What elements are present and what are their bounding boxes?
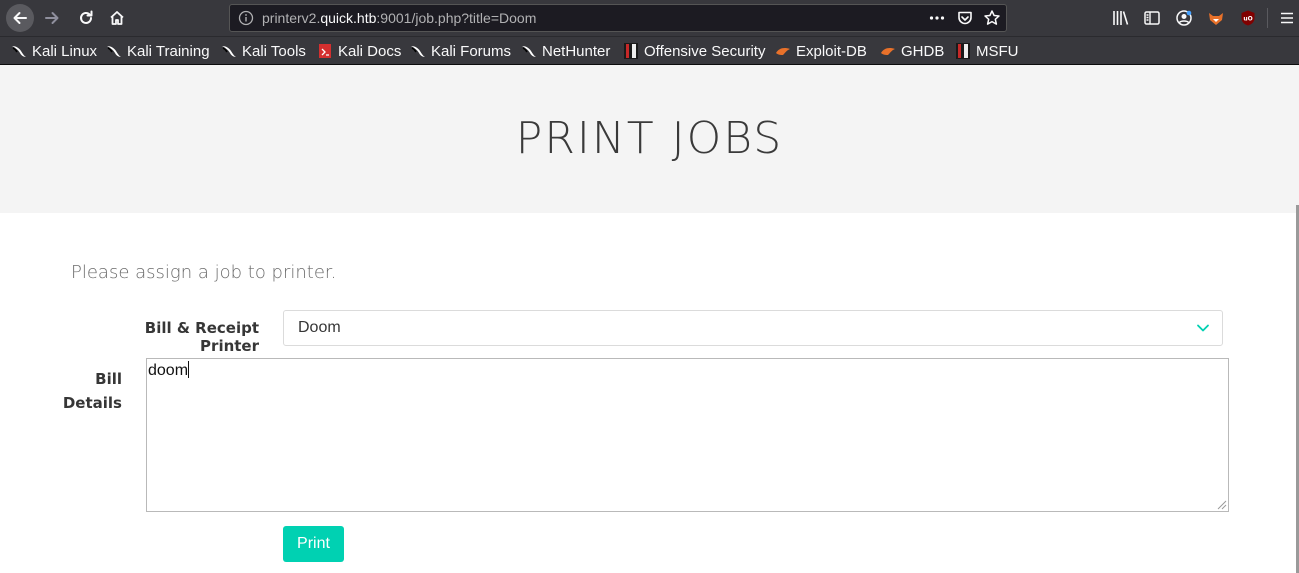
exploitdb-icon (881, 48, 895, 55)
info-icon[interactable] (238, 10, 254, 26)
hamburger-menu-icon[interactable] (1278, 9, 1296, 27)
back-button[interactable] (6, 4, 34, 32)
kali-dragon-icon (411, 46, 425, 57)
bookmark-label: MSFU (976, 42, 1019, 60)
star-icon[interactable] (983, 9, 1001, 27)
browser-toolbar: printerv2.quick.htb:9001/job.php?title=D… (0, 0, 1299, 37)
bookmarks-toolbar: Kali Linux Kali Training Kali Tools Kali… (0, 37, 1299, 65)
bookmark-kali-docs[interactable]: Kali Docs (317, 41, 401, 61)
bookmark-label: Offensive Security (644, 42, 766, 60)
svg-text:uO: uO (1243, 16, 1252, 23)
forward-button[interactable] (38, 4, 66, 32)
url-text[interactable]: printerv2.quick.htb:9001/job.php?title=D… (262, 10, 536, 26)
url-suffix: :9001/job.php?title=Doom (376, 10, 537, 26)
bookmark-label: Kali Docs (338, 42, 402, 60)
arrow-left-icon (13, 12, 27, 24)
more-icon[interactable] (928, 9, 946, 27)
kali-dragon-icon (107, 46, 121, 57)
bookmark-ghdb[interactable]: GHDB (880, 41, 944, 61)
foxyproxy-icon[interactable] (1207, 9, 1225, 27)
bookmark-label: Kali Linux (32, 42, 98, 60)
bookmark-label: Kali Tools (242, 42, 306, 60)
chevron-down-icon (1197, 324, 1209, 332)
kali-dragon-icon (12, 46, 26, 57)
pocket-icon[interactable] (956, 9, 974, 27)
bill-details-label-line1: Bill (95, 370, 122, 388)
home-icon (110, 11, 124, 25)
printer-label: Bill & Receipt Printer (144, 319, 259, 355)
bookmark-kali-linux[interactable]: Kali Linux (11, 41, 97, 61)
bill-details-label-line2: Details (62, 394, 122, 412)
bookmark-nethunter[interactable]: NetHunter (521, 41, 610, 61)
bookmark-label: GHDB (901, 42, 945, 60)
bookmark-label: Exploit-DB (796, 42, 867, 60)
bill-details-value: doom (148, 361, 190, 380)
library-icon[interactable] (1112, 9, 1130, 27)
url-host: quick.htb (320, 10, 377, 26)
toolbar-divider (1267, 8, 1268, 28)
sidebar-icon[interactable] (1143, 9, 1161, 27)
address-bar[interactable]: printerv2.quick.htb:9001/job.php?title=D… (229, 4, 1007, 32)
bookmark-kali-tools[interactable]: Kali Tools (221, 41, 306, 61)
bookmark-offensive-security[interactable]: Offensive Security (623, 41, 765, 61)
bookmark-label: NetHunter (542, 42, 611, 60)
text-caret (188, 361, 190, 378)
account-icon[interactable] (1175, 9, 1193, 27)
kali-dragon-icon (522, 46, 536, 57)
bill-details-textarea[interactable]: doom (146, 358, 1229, 512)
bill-details-text: doom (148, 362, 189, 379)
intro-text: Please assign a job to printer. (71, 262, 337, 283)
kali-dragon-icon (222, 46, 236, 57)
printer-select[interactable]: Doom (283, 310, 1223, 346)
page-title: PRINT JOBS (515, 113, 784, 164)
url-prefix: printerv2. (262, 10, 321, 26)
bookmark-label: Kali Training (127, 42, 210, 60)
arrow-right-icon (45, 12, 59, 24)
bookmark-kali-training[interactable]: Kali Training (106, 41, 210, 61)
reload-icon (80, 10, 93, 24)
bookmark-label: Kali Forums (431, 42, 512, 60)
printer-select-value: Doom (298, 319, 341, 336)
offsec-icon (956, 43, 970, 59)
bill-details-label: Bill Details (60, 367, 122, 415)
resize-grip-icon[interactable] (1215, 498, 1227, 510)
reload-button[interactable] (72, 4, 100, 32)
bookmark-exploit-db[interactable]: Exploit-DB (775, 41, 867, 61)
kali-docs-icon (319, 44, 331, 58)
page-hero: PRINT JOBS (0, 65, 1299, 213)
print-button[interactable]: Print (283, 526, 344, 562)
exploitdb-icon (776, 48, 790, 55)
bookmark-msfu[interactable]: MSFU (955, 41, 1019, 61)
bookmark-kali-forums[interactable]: Kali Forums (410, 41, 511, 61)
ublock-icon[interactable]: uO (1239, 9, 1257, 27)
offsec-icon (624, 43, 638, 59)
home-button[interactable] (103, 4, 131, 32)
